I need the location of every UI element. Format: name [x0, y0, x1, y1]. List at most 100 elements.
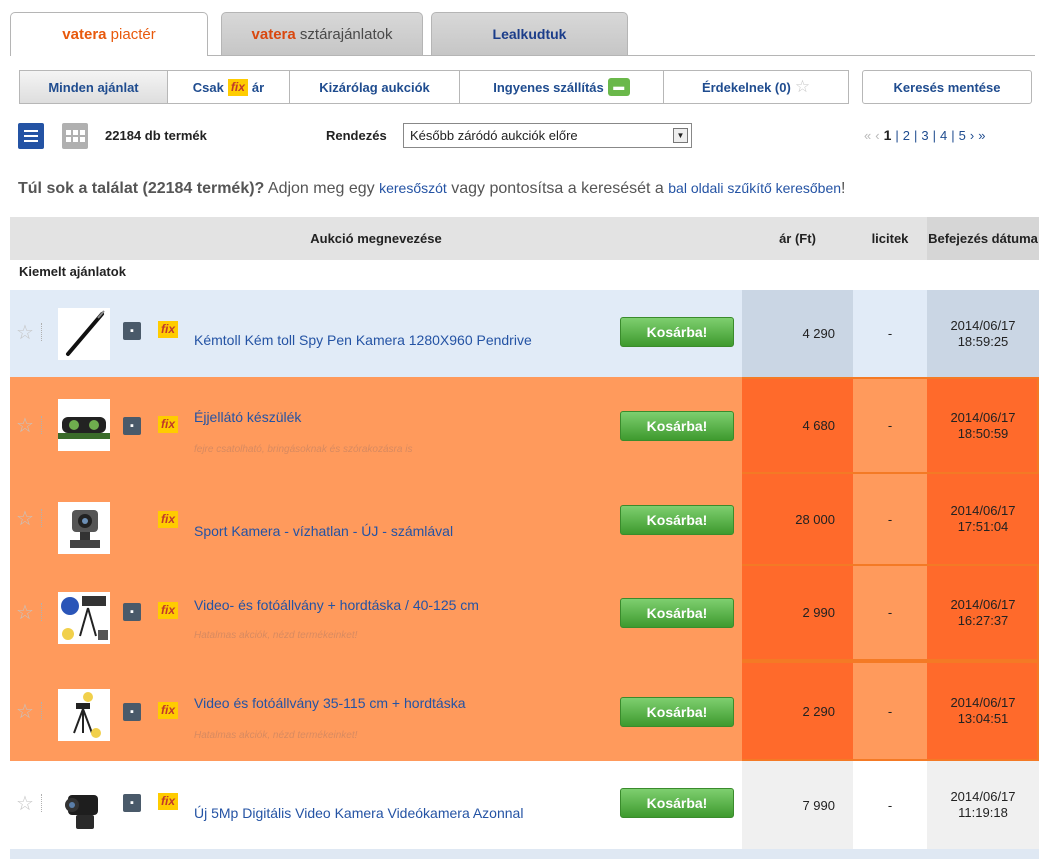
last-page-icon[interactable]: »	[978, 128, 985, 143]
column-header-name[interactable]: Aukció megnevezése	[10, 217, 742, 260]
favorite-star-icon[interactable]: ☆	[16, 791, 34, 816]
table-row: ☆ ▪ fix Új 5Mp Digitális Video Kamera Vi…	[10, 761, 1039, 849]
page-link[interactable]: 4	[940, 128, 947, 143]
table-row: ☆ ▪ fix Video- és fotóállvány + hordtásk…	[10, 564, 1039, 661]
save-search-button[interactable]: Keresés mentése	[862, 70, 1032, 104]
page-link-current[interactable]: 1	[884, 127, 892, 143]
fix-price-icon: fix	[158, 511, 179, 528]
spy-pen-thumbnail[interactable]	[58, 308, 110, 360]
item-title-link[interactable]: Éjjellátó készülék	[194, 409, 301, 425]
video-camera-thumbnail[interactable]	[58, 781, 110, 833]
page-link[interactable]: 2	[903, 128, 910, 143]
add-to-cart-button[interactable]: Kosárba!	[620, 697, 734, 727]
favorite-star-icon[interactable]: ☆	[16, 699, 34, 724]
add-to-cart-button[interactable]: Kosárba!	[620, 505, 734, 535]
end-date-cell: 2014/06/17 13:04:51	[927, 661, 1039, 761]
list-view-icon[interactable]	[18, 123, 44, 149]
sort-select[interactable]: Később záródó aukciók előre ▼	[403, 123, 692, 148]
favorite-star-icon[interactable]: ☆	[16, 506, 34, 531]
column-header-end-date[interactable]: Befejezés dátuma	[927, 217, 1039, 260]
add-to-cart-button[interactable]: Kosárba!	[620, 317, 734, 347]
add-to-cart-button[interactable]: Kosárba!	[620, 788, 734, 818]
hint-bold: Túl sok a találat (22184 termék)?	[18, 180, 265, 197]
item-title-link[interactable]: Új 5Mp Digitális Video Kamera Videókamer…	[194, 805, 523, 821]
page-link[interactable]: 5	[959, 128, 966, 143]
grid-view-icon[interactable]	[62, 123, 88, 149]
column-header-price[interactable]: ár (Ft)	[742, 217, 853, 260]
keyword-link[interactable]: keresőszót	[379, 180, 447, 196]
add-to-cart-button[interactable]: Kosárba!	[620, 411, 734, 441]
fix-price-icon: fix	[158, 321, 179, 338]
bids-cell: -	[853, 377, 927, 474]
fix-price-icon: fix	[158, 702, 179, 719]
end-date: 2014/06/17	[950, 317, 1016, 333]
fix-price-icon: fix	[158, 416, 179, 433]
chevron-down-icon[interactable]: ▼	[673, 128, 688, 143]
favorite-star-icon[interactable]: ☆	[16, 413, 34, 438]
tab-deals[interactable]: Lealkudtuk	[431, 12, 628, 55]
filter-free-shipping[interactable]: Ingyenes szállítás ▬	[460, 71, 664, 103]
end-time: 13:04:51	[957, 711, 1009, 726]
tab-label: piactér	[110, 26, 156, 43]
filter-auctions-only[interactable]: Kizárólag aukciók	[290, 71, 460, 103]
add-to-cart-button[interactable]: Kosárba!	[620, 598, 734, 628]
filter-label: ár	[251, 79, 265, 95]
item-subtitle: Hatalmas akciók, nézd termékeinket!	[194, 630, 358, 641]
bids-cell: -	[853, 564, 927, 661]
end-date-cell: 2014/06/17 16:27:37	[927, 564, 1039, 661]
column-header-bids[interactable]: licitek	[853, 217, 927, 260]
bids-cell: -	[853, 474, 927, 564]
filter-watched[interactable]: Érdekelnek (0) ☆	[664, 71, 848, 103]
item-subtitle: fejre csatolható, bringásoknak és szórak…	[194, 444, 413, 455]
price-cell: 4 290	[742, 290, 853, 377]
favorite-star-icon[interactable]: ☆	[16, 600, 34, 625]
prev-page-icon[interactable]: ‹	[875, 128, 879, 143]
end-date: 2014/06/17	[950, 503, 1016, 518]
tab-vatera-marketplace[interactable]: vatera piactér	[10, 12, 208, 56]
filter-fixed-price-only[interactable]: Csak fix ár	[168, 71, 290, 103]
page-link[interactable]: 3	[921, 128, 928, 143]
hint-text: !	[841, 180, 846, 197]
hint-text: vagy pontosítsa a keresését a	[446, 180, 669, 197]
category-icon: ▪	[123, 322, 141, 340]
end-date-cell: 2014/06/17 18:59:25	[927, 290, 1039, 377]
tripod-thumbnail[interactable]	[58, 689, 110, 741]
featured-section-title: Kiemelt ajánlatok	[19, 264, 126, 279]
pagination: « ‹ 1 | 2 | 3 | 4 | 5 › »	[864, 127, 986, 143]
category-icon: ▪	[123, 417, 141, 435]
end-date-cell: 2014/06/17 11:19:18	[927, 761, 1039, 849]
item-title-link[interactable]: Video- és fotóállvány + hordtáska / 40-1…	[194, 597, 479, 613]
night-vision-thumbnail[interactable]	[58, 399, 110, 451]
category-icon: ▪	[123, 703, 141, 721]
first-page-icon[interactable]: «	[864, 128, 871, 143]
end-time: 17:51:04	[957, 519, 1009, 534]
end-date: 2014/06/17	[950, 789, 1016, 804]
tripod-kit-thumbnail[interactable]	[58, 592, 110, 644]
next-page-icon[interactable]: ›	[970, 128, 974, 143]
bids-cell: -	[853, 661, 927, 761]
sidebar-filter-link[interactable]: bal oldali szűkítő keresőben	[668, 180, 841, 196]
table-row: ☆ ▪ fix Kémtoll Kém toll Spy Pen Kamera …	[10, 290, 1039, 377]
tab-vatera-star-offers[interactable]: vatera sztárajánlatok	[221, 12, 423, 55]
item-title-link[interactable]: Video és fotóállvány 35-115 cm + hordtás…	[194, 695, 465, 711]
filter-all-offers[interactable]: Minden ajánlat	[20, 71, 168, 103]
price-cell: 28 000	[742, 474, 853, 564]
sport-camera-thumbnail[interactable]	[58, 502, 110, 554]
favorite-star-icon[interactable]: ☆	[16, 320, 34, 345]
name-cell: ☆ ▪ fix Kémtoll Kém toll Spy Pen Kamera …	[10, 290, 742, 377]
category-icon: ▪	[123, 794, 141, 812]
table-row: ☆ ▪ fix Éjjellátó készülék fejre csatolh…	[10, 377, 1039, 474]
item-title-link[interactable]: Sport Kamera - vízhatlan - ÚJ - számláva…	[194, 523, 453, 539]
name-cell: ☆ ▪ fix Éjjellátó készülék fejre csatolh…	[10, 377, 742, 474]
fix-price-icon: fix	[227, 78, 248, 96]
hint-text: Adjon meg egy	[264, 180, 380, 197]
tab-brand: vatera	[251, 25, 296, 43]
price-cell: 7 990	[742, 761, 853, 849]
item-title-link[interactable]: Kémtoll Kém toll Spy Pen Kamera 1280X960…	[194, 332, 532, 348]
name-cell: ☆ fix Sport Kamera - vízhatlan - ÚJ - sz…	[10, 474, 742, 564]
too-many-results-hint: Túl sok a találat (22184 termék)? Adjon …	[18, 180, 845, 198]
name-cell: ☆ ▪ fix Új 5Mp Digitális Video Kamera Vi…	[10, 761, 742, 849]
end-date-cell: 2014/06/17 18:50:59	[927, 377, 1039, 474]
category-icon: ▪	[123, 603, 141, 621]
sort-label: Rendezés	[326, 128, 387, 143]
